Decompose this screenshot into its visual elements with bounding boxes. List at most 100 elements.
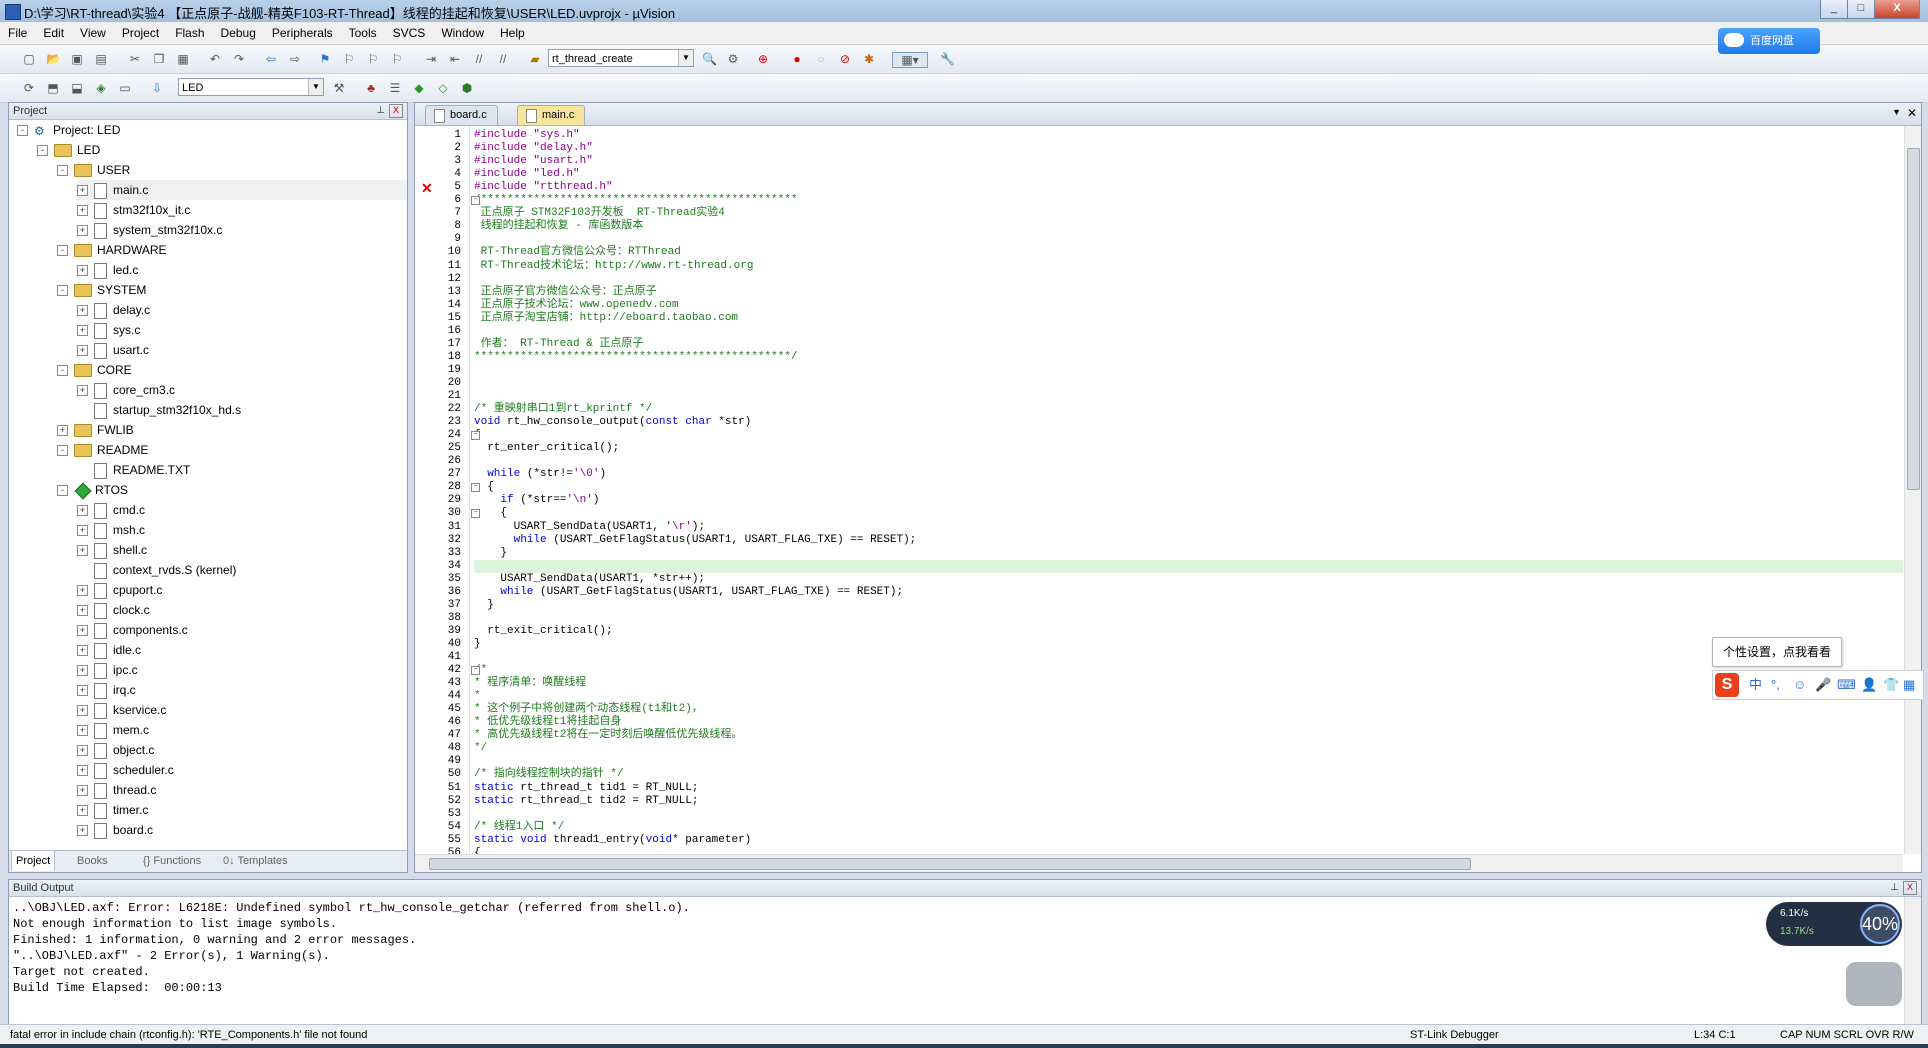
bookmark-icon[interactable]: ⚑	[318, 52, 332, 66]
pane-tab-1[interactable]: Books	[73, 851, 112, 871]
fold-toggle-icon[interactable]: −	[471, 666, 480, 676]
user-icon[interactable]: 👤	[1861, 677, 1877, 693]
next-bookmark-icon[interactable]: ⚐	[366, 52, 380, 66]
expand-icon[interactable]: +	[77, 745, 88, 757]
collapse-icon[interactable]: -	[57, 445, 68, 457]
network-monitor-widget[interactable]: 6.1K/s 13.7K/s 40%	[1766, 902, 1902, 946]
collapse-icon[interactable]: -	[37, 145, 48, 157]
tree-item[interactable]: - ⚙ Project: LED	[17, 120, 120, 140]
expand-icon[interactable]: +	[77, 385, 88, 397]
tree-item[interactable]: + core_cm3.c	[77, 380, 175, 400]
expand-icon[interactable]: +	[77, 725, 88, 737]
uncomment-icon[interactable]: //	[496, 52, 510, 66]
skin-icon[interactable]: 👕	[1883, 677, 1899, 693]
tree-item[interactable]: + shell.c	[77, 540, 147, 560]
comment-icon[interactable]: //	[472, 52, 486, 66]
find-in-files-icon[interactable]: ▰	[528, 52, 542, 66]
chevron-down-icon[interactable]: ▼	[308, 79, 323, 95]
rebuild-icon[interactable]: ⬓	[70, 81, 84, 95]
tree-item[interactable]: + object.c	[77, 740, 154, 760]
tree-item[interactable]: + thread.c	[77, 780, 156, 800]
navigate-back-icon[interactable]: ⇦	[264, 52, 278, 66]
menu-svcs[interactable]: SVCS	[385, 22, 434, 44]
baidu-netdisk-button[interactable]: 百度网盘	[1718, 28, 1820, 54]
expand-icon[interactable]: +	[77, 825, 88, 837]
expand-icon[interactable]: +	[77, 505, 88, 517]
tree-item[interactable]: context_rvds.S (kernel)	[77, 560, 236, 580]
download-icon[interactable]: ⇩	[150, 81, 164, 95]
run-time-environment-icon[interactable]: ◆	[412, 81, 426, 95]
tree-item[interactable]: + timer.c	[77, 800, 148, 820]
maximize-button[interactable]: □	[1847, 0, 1875, 19]
punctuation-icon[interactable]: °,	[1771, 677, 1780, 693]
tree-item[interactable]: - HARDWARE	[57, 240, 167, 260]
pane-tab-3[interactable]: 0↓ Templates	[219, 851, 292, 871]
tree-item[interactable]: + clock.c	[77, 600, 150, 620]
expand-icon[interactable]: +	[77, 345, 88, 357]
collapse-icon[interactable]: -	[57, 245, 68, 257]
sogou-logo-icon[interactable]: S	[1715, 673, 1739, 697]
cut-icon[interactable]: ✂	[128, 52, 142, 66]
menu-peripherals[interactable]: Peripherals	[264, 22, 341, 44]
tree-item[interactable]: + main.c	[77, 180, 407, 200]
tree-item[interactable]: - RTOS	[57, 480, 128, 500]
expand-icon[interactable]: +	[77, 325, 88, 337]
indent-icon[interactable]: ⇥	[424, 52, 438, 66]
open-file-icon[interactable]: 📂	[46, 52, 61, 66]
toolbox-icon[interactable]: ▦	[1903, 677, 1915, 693]
tree-item[interactable]: + idle.c	[77, 640, 141, 660]
tree-item[interactable]: + cmd.c	[77, 500, 145, 520]
expand-icon[interactable]: +	[77, 705, 88, 717]
expand-icon[interactable]: +	[77, 625, 88, 637]
stop-build-icon[interactable]: ▭	[118, 81, 132, 95]
close-icon[interactable]: X	[1903, 881, 1917, 895]
menu-debug[interactable]: Debug	[213, 22, 264, 44]
collapse-icon[interactable]: -	[57, 285, 68, 297]
software-packs-icon[interactable]: ⬢	[460, 81, 474, 95]
expand-icon[interactable]: +	[77, 765, 88, 777]
build-icon[interactable]: ⬒	[46, 81, 60, 95]
undo-icon[interactable]: ↶	[208, 52, 222, 66]
close-icon[interactable]: ✕	[1907, 106, 1917, 120]
expand-icon[interactable]: +	[77, 585, 88, 597]
vertical-scrollbar[interactable]	[1904, 126, 1921, 854]
expand-icon[interactable]: +	[77, 645, 88, 657]
chat-bubble-icon[interactable]	[1846, 962, 1902, 1006]
find-icon[interactable]: 🔍	[702, 52, 717, 66]
tree-item[interactable]: + ipc.c	[77, 660, 138, 680]
tree-item[interactable]: - SYSTEM	[57, 280, 146, 300]
target-options-icon[interactable]: ⚒	[332, 81, 346, 95]
expand-icon[interactable]: +	[77, 205, 88, 217]
redo-icon[interactable]: ↷	[232, 52, 246, 66]
tree-item[interactable]: + board.c	[77, 820, 153, 840]
ime-mode-toggle[interactable]: 中	[1749, 677, 1762, 693]
expand-icon[interactable]: +	[77, 185, 88, 197]
menu-view[interactable]: View	[72, 22, 114, 44]
pane-tab-0[interactable]: Project	[11, 851, 56, 871]
pack-installer-icon[interactable]: ◇	[436, 81, 450, 95]
tree-item[interactable]: + system_stm32f10x.c	[77, 220, 222, 240]
expand-icon[interactable]: +	[77, 665, 88, 677]
new-file-icon[interactable]: ▢	[22, 52, 36, 66]
menu-window[interactable]: Window	[433, 22, 492, 44]
menu-file[interactable]: File	[0, 22, 35, 44]
manage-project-items-icon[interactable]: ♣	[364, 81, 378, 95]
tree-item[interactable]: + delay.c	[77, 300, 150, 320]
navigate-forward-icon[interactable]: ⇨	[288, 52, 302, 66]
expand-icon[interactable]: +	[77, 225, 88, 237]
vertical-scrollbar[interactable]	[1904, 897, 1921, 1024]
fold-toggle-icon[interactable]: −	[471, 196, 480, 206]
editor-tab[interactable]: board.c	[425, 105, 498, 125]
horizontal-scrollbar[interactable]	[415, 854, 1903, 872]
save-all-icon[interactable]: ▤	[94, 52, 108, 66]
expand-icon[interactable]: +	[77, 685, 88, 697]
paste-icon[interactable]: ▦	[176, 52, 190, 66]
find-combo[interactable]: rt_thread_create ▼	[548, 49, 694, 67]
save-icon[interactable]: ▣	[70, 52, 84, 66]
pane-tab-2[interactable]: {} Functions	[139, 851, 205, 871]
microphone-icon[interactable]: 🎤	[1815, 677, 1831, 693]
ime-tooltip[interactable]: 个性设置，点我看看	[1712, 637, 1842, 667]
emoji-icon[interactable]: ☺	[1793, 677, 1806, 693]
minimize-button[interactable]: _	[1820, 0, 1848, 19]
code-view[interactable]: #include "sys.h" #include "delay.h" #inclu…	[470, 126, 1903, 854]
